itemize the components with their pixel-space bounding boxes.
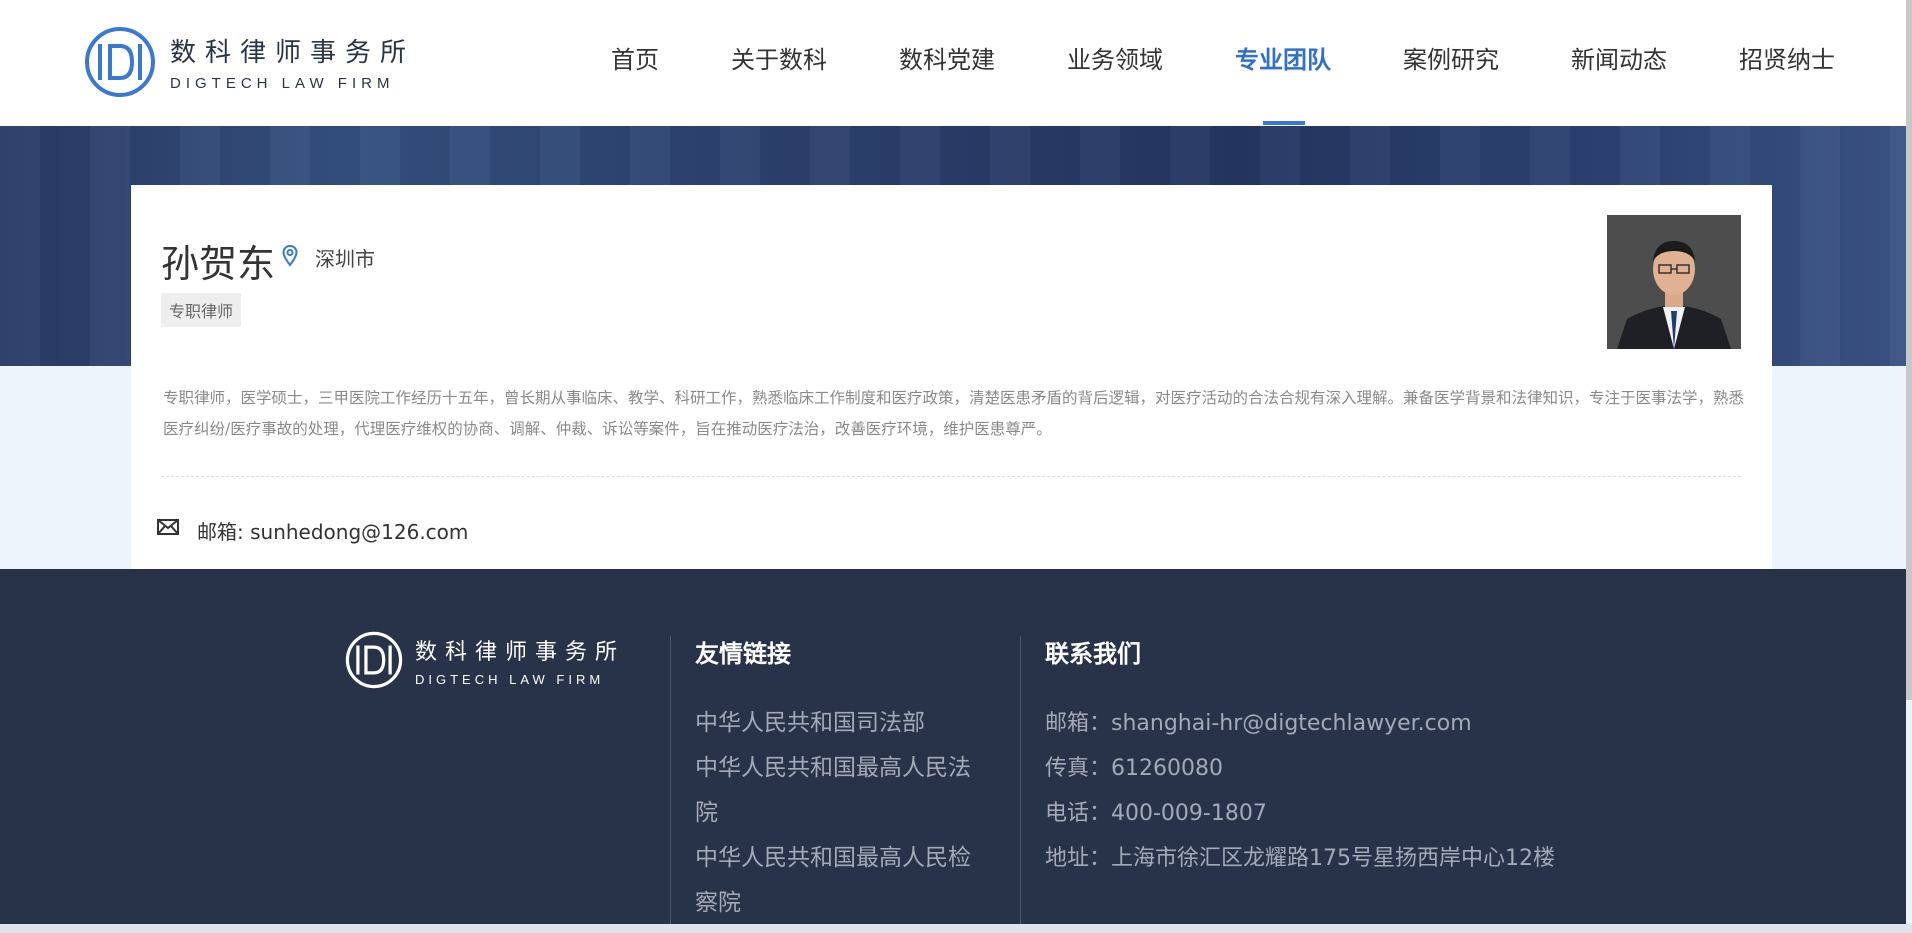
logo-chinese-name: 数科律师事务所	[170, 38, 416, 68]
contact-heading: 联系我们	[1045, 640, 1141, 668]
lawyer-portrait	[1607, 215, 1741, 349]
friend-links-heading: 友情链接	[695, 640, 791, 668]
contact-email[interactable]: 邮箱：shanghai-hr@digtechlawyer.com	[1045, 701, 1555, 746]
nav-item-cases[interactable]: 案例研究	[1403, 40, 1499, 75]
active-nav-indicator	[1263, 121, 1305, 125]
nav-item-careers[interactable]: 招贤纳士	[1739, 40, 1835, 75]
nav-item-party[interactable]: 数科党建	[899, 40, 995, 75]
nav-item-about[interactable]: 关于数科	[731, 40, 827, 75]
friend-link[interactable]: 中华人民共和国最高人民法院	[695, 746, 975, 836]
nav-item-practice-areas[interactable]: 业务领域	[1067, 40, 1163, 75]
contact-fax: 传真：61260080	[1045, 756, 1223, 781]
lawyer-name: 孙贺东	[161, 242, 276, 286]
mail-icon	[157, 519, 179, 535]
friend-link[interactable]: 中华人民共和国司法部	[695, 701, 975, 746]
logo-english-name: DIGTECH LAW FIRM	[170, 75, 395, 92]
contact-address: 地址：上海市徐汇区龙耀路175号星扬西岸中心12楼	[1045, 846, 1555, 871]
lawyer-location: 深圳市	[315, 247, 375, 271]
lawyer-email[interactable]: 邮箱: sunhedong@126.com	[197, 516, 468, 545]
friend-links-list: 中华人民共和国司法部 中华人民共和国最高人民法院 中华人民共和国最高人民检察院	[695, 701, 975, 926]
footer-divider-2	[1020, 636, 1021, 924]
footer-bottom-bar	[0, 924, 1912, 933]
site-header: 数科律师事务所 DIGTECH LAW FIRM 首页 关于数科 数科党建 业务…	[0, 0, 1906, 126]
page-scrollbar[interactable]	[1906, 0, 1912, 700]
lawyer-bio: 专职律师，医学硕士，三甲医院工作经历十五年，曾长期从事临床、教学、科研工作，熟悉…	[163, 389, 1745, 438]
contact-list: 邮箱：shanghai-hr@digtechlawyer.com 传真：6126…	[1045, 701, 1555, 881]
nav-item-news[interactable]: 新闻动态	[1571, 40, 1667, 75]
firm-logo-icon	[85, 27, 155, 97]
location-pin-icon	[282, 245, 298, 267]
footer-logo-chinese-name: 数科律师事务所	[415, 639, 626, 665]
nav-item-team[interactable]: 专业团队	[1235, 40, 1331, 75]
site-logo[interactable]: 数科律师事务所 DIGTECH LAW FIRM	[84, 26, 415, 98]
footer-logo-icon	[345, 631, 403, 689]
contact-phone: 电话：400-009-1807	[1045, 801, 1267, 826]
lawyer-title-tag: 专职律师	[161, 293, 242, 327]
footer-divider-1	[670, 636, 671, 924]
footer-logo-english-name: DIGTECH LAW FIRM	[415, 671, 605, 687]
site-footer: 数科律师事务所 DIGTECH LAW FIRM 友情链接 中华人民共和国司法部…	[0, 569, 1906, 924]
footer-logo[interactable]: 数科律师事务所 DIGTECH LAW FIRM	[345, 631, 625, 689]
lawyer-profile-card: 孙贺东 深圳市 专职律师 专职律师，医学硕士，三甲医院工作经历十五年，曾长期从事…	[131, 185, 1772, 569]
section-divider	[161, 476, 1741, 477]
friend-link[interactable]: 中华人民共和国最高人民检察院	[695, 836, 975, 926]
nav-item-home[interactable]: 首页	[611, 40, 659, 75]
